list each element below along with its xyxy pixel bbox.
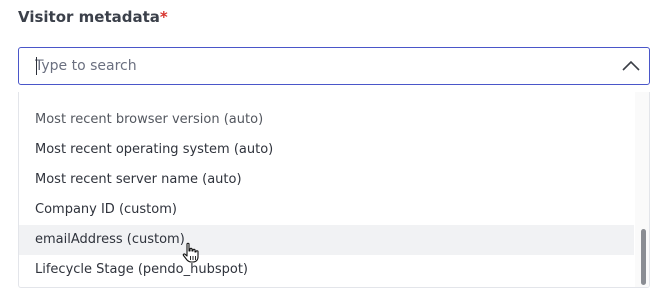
dropdown-option-hovered[interactable]: emailAddress (custom) [19, 225, 634, 255]
required-marker: * [159, 8, 168, 26]
dropdown-scrollbar[interactable] [635, 92, 649, 287]
dropdown-option[interactable]: Most recent server name (auto) [19, 165, 634, 195]
dropdown-option[interactable]: Company ID (custom) [19, 195, 634, 225]
chevron-up-icon[interactable] [621, 57, 641, 75]
search-input[interactable] [35, 56, 595, 76]
scrollbar-thumb[interactable] [641, 229, 646, 285]
dropdown-option[interactable]: Lifecycle Stage (pendo_hubspot) [19, 255, 634, 285]
options-dropdown[interactable]: Most recent browser version (auto) Most … [18, 92, 650, 288]
metadata-search-box[interactable] [18, 47, 650, 85]
dropdown-option[interactable]: Most recent browser version (auto) [19, 105, 634, 135]
text-cursor [36, 57, 37, 75]
field-label: Visitor metadata* [18, 8, 168, 26]
dropdown-option[interactable]: Most recent operating system (auto) [19, 135, 634, 165]
field-label-text: Visitor metadata [18, 8, 160, 26]
